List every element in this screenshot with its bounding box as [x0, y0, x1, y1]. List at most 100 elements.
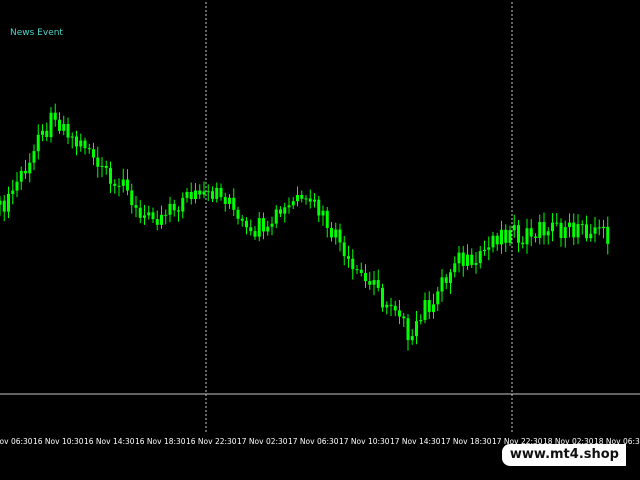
candle-body [525, 228, 529, 245]
time-axis-label: 17 Nov 14:30 [390, 437, 441, 446]
candle-body [534, 236, 537, 238]
candle-body [279, 209, 282, 214]
candle-body [177, 210, 180, 212]
candle-body [262, 218, 265, 232]
candle-body [202, 191, 206, 195]
candle-body [19, 170, 23, 182]
candle-body [427, 300, 431, 313]
candle-body [512, 225, 516, 231]
candle-body [194, 190, 197, 200]
candle-body [461, 252, 465, 266]
candle-body [198, 190, 202, 195]
candle-body [117, 185, 121, 187]
candle-body [410, 336, 414, 341]
candle-body [406, 318, 410, 341]
candle-body [376, 280, 380, 288]
candle-body [236, 209, 240, 219]
candle-body [338, 229, 342, 243]
candle-body [385, 304, 389, 308]
time-axis-label: 16 Nov 10:30 [33, 437, 84, 446]
candle-body [66, 123, 70, 138]
candle-body [79, 140, 83, 147]
candle-body [138, 207, 142, 218]
candle-body [266, 226, 270, 232]
candle-body [576, 224, 580, 238]
time-axis-label: 16 Nov 06:30 [0, 437, 33, 446]
candle-body [287, 205, 291, 208]
candle-body [257, 218, 261, 237]
candle-body [28, 162, 32, 174]
candle-body [559, 222, 563, 238]
candle-body [249, 227, 253, 232]
candle-body [466, 254, 469, 266]
candle-body [500, 229, 503, 245]
time-axis-label: 16 Nov 22:30 [186, 437, 237, 446]
candle-body [211, 191, 214, 199]
candle-body [109, 167, 112, 184]
candle-body [555, 222, 559, 224]
candle-body [24, 170, 27, 174]
candle-body [440, 277, 444, 292]
candle-body [296, 194, 299, 202]
candle-body [602, 226, 605, 229]
candle-body [143, 215, 146, 218]
candle-body [342, 242, 346, 257]
candle-body [415, 321, 418, 337]
candle-body [228, 197, 231, 204]
candle-body [172, 203, 176, 211]
candle-body [270, 223, 274, 227]
candle-body [457, 252, 461, 264]
candle-body [96, 157, 100, 167]
candle-body [147, 212, 151, 216]
candle-body [368, 281, 372, 285]
candle-body [393, 305, 397, 311]
candle-body [359, 269, 363, 273]
candle-body [160, 214, 163, 225]
candle-body [585, 224, 588, 239]
candle-body [381, 287, 384, 308]
candle-body [444, 277, 448, 283]
candle-body [189, 192, 193, 200]
time-axis-label: 17 Nov 18:30 [441, 437, 492, 446]
candle-body [83, 140, 87, 149]
candle-body [597, 227, 601, 229]
candle-body [568, 222, 571, 228]
candle-body [168, 203, 172, 215]
candle-body [15, 181, 19, 191]
candle-body [274, 209, 278, 224]
candle-body [215, 187, 219, 199]
candle-body [542, 222, 546, 236]
candle-body [517, 225, 520, 243]
candle-body [478, 251, 482, 264]
candle-body [474, 263, 478, 265]
candle-body [546, 231, 550, 236]
candle-body [334, 229, 338, 238]
candle-body [134, 205, 138, 208]
indicator-title: News Event [10, 28, 63, 38]
candle-body [121, 179, 125, 186]
candle-body [351, 258, 355, 270]
time-axis-label: 16 Nov 14:30 [84, 437, 135, 446]
candle-body [372, 280, 376, 285]
candle-body [45, 130, 49, 138]
candle-body [49, 112, 53, 138]
candle-body [206, 191, 210, 193]
candle-body [11, 190, 15, 194]
candle-body [58, 119, 61, 131]
candle-body [436, 291, 440, 305]
price-chart-svg [0, 2, 640, 434]
candle-body [580, 224, 584, 226]
price-chart[interactable]: News Event 16 Nov 06:3016 Nov 10:3016 No… [0, 0, 640, 450]
candle-body [508, 230, 512, 243]
candle-body [321, 210, 325, 216]
candle-body [304, 198, 308, 200]
candle-body [300, 194, 304, 199]
candle-body [529, 228, 533, 237]
candle-body [253, 231, 257, 237]
candle-body [151, 212, 155, 220]
candle-body [470, 254, 474, 265]
candle-body [355, 269, 359, 271]
candle-body [419, 319, 423, 322]
candle-body [70, 136, 74, 138]
candle-body [423, 300, 427, 320]
